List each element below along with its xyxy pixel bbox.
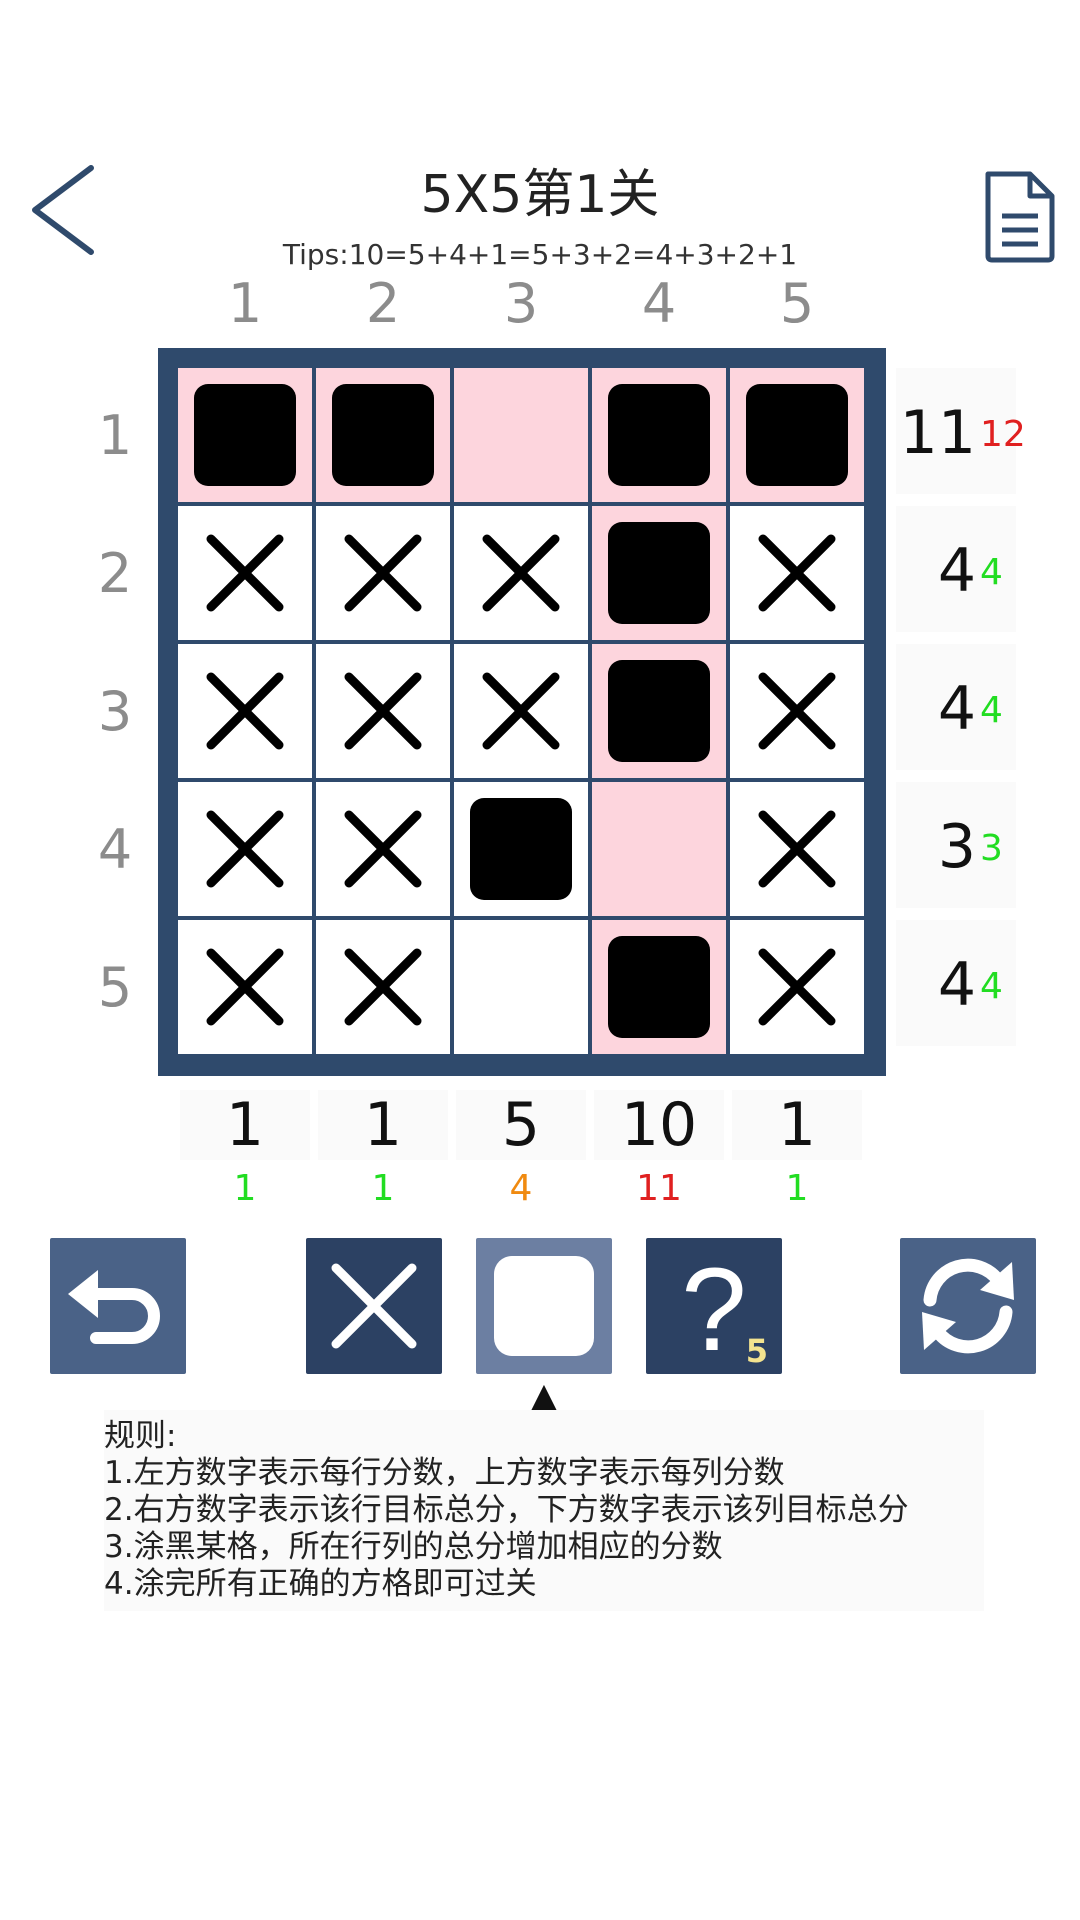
cross-mark-icon (344, 810, 422, 888)
cross-mark-icon (344, 672, 422, 750)
row-target-total-5: 4 (980, 966, 1003, 1007)
grid-cell-r3-c4[interactable] (592, 644, 726, 778)
rules-panel: 规则: 1.左方数字表示每行分数，上方数字表示每列分数 2.右方数字表示该行目标… (104, 1410, 984, 1611)
row-score-5: 5 (97, 956, 133, 1019)
grid-cell-r4-c5[interactable] (730, 782, 864, 916)
fill-tool-button[interactable] (476, 1238, 612, 1374)
grid-cell-r1-c1[interactable] (178, 368, 312, 502)
column-current-total-5: 1 (777, 1090, 817, 1160)
grid-cell-r3-c2[interactable] (316, 644, 450, 778)
rules-heading: 规则: (104, 1418, 177, 1454)
filled-square (608, 660, 710, 762)
rule-item: 4.涂完所有正确的方格即可过关 (104, 1566, 537, 1602)
grid-cell-r1-c5[interactable] (730, 368, 864, 502)
row-target-total-2: 4 (980, 552, 1003, 593)
filled-square (470, 798, 572, 900)
column-score-4: 4 (641, 272, 677, 335)
column-score-3: 3 (503, 272, 539, 335)
cross-mark-icon (206, 948, 284, 1026)
row-current-total-2: 4 (937, 536, 976, 606)
grid-cell-r5-c2[interactable] (316, 920, 450, 1054)
grid-cell-r5-c5[interactable] (730, 920, 864, 1054)
grid-cell-r3-c3[interactable] (454, 644, 588, 778)
grid-cell-r2-c2[interactable] (316, 506, 450, 640)
column-target-total-2: 1 (371, 1168, 395, 1209)
grid-cell-r1-c3[interactable] (454, 368, 588, 502)
cross-icon (331, 1263, 417, 1349)
tips-text: Tips:10=5+4+1=5+3+2=4+3+2+1 (282, 238, 798, 271)
row-score-1: 1 (97, 404, 133, 467)
row-score-2: 2 (97, 542, 133, 605)
row-score-4: 4 (97, 818, 133, 881)
grid-cell-r1-c4[interactable] (592, 368, 726, 502)
column-current-total-2: 1 (363, 1090, 403, 1160)
column-current-total-4: 10 (620, 1090, 698, 1160)
row-target-total-4: 3 (980, 828, 1003, 869)
cross-mark-icon (758, 534, 836, 612)
grid-cell-r4-c4[interactable] (592, 782, 726, 916)
column-score-1: 1 (227, 272, 263, 335)
column-current-total-1: 1 (225, 1090, 265, 1160)
column-target-total-1: 1 (233, 1168, 257, 1209)
column-current-total-3: 5 (501, 1090, 541, 1160)
filled-square (608, 936, 710, 1038)
column-target-total-5: 1 (785, 1168, 809, 1209)
grid-cell-r2-c5[interactable] (730, 506, 864, 640)
cross-mark-icon (206, 810, 284, 888)
rule-item: 2.右方数字表示该行目标总分，下方数字表示该列目标总分 (104, 1492, 909, 1528)
column-score-2: 2 (365, 272, 401, 335)
undo-icon (68, 1270, 160, 1344)
cross-mark-icon (482, 534, 560, 612)
cross-mark-icon (758, 672, 836, 750)
cross-tool-button[interactable] (306, 1238, 442, 1374)
hint-count-badge: 5 (745, 1332, 768, 1370)
filled-square (194, 384, 296, 486)
reset-button[interactable] (900, 1238, 1036, 1374)
row-current-total-4: 3 (937, 812, 976, 882)
grid-cell-r5-c3[interactable] (454, 920, 588, 1054)
column-target-total-4: 11 (636, 1168, 682, 1209)
grid-cell-r4-c2[interactable] (316, 782, 450, 916)
cross-mark-icon (206, 534, 284, 612)
cross-mark-icon (344, 948, 422, 1026)
puzzle-board (158, 348, 886, 1076)
grid-cell-r2-c1[interactable] (178, 506, 312, 640)
page-title: 5X5第1关 (420, 165, 660, 225)
cross-mark-icon (206, 672, 284, 750)
filled-square (746, 384, 848, 486)
cross-mark-icon (758, 948, 836, 1026)
row-current-total-3: 4 (937, 674, 976, 744)
filled-square (332, 384, 434, 486)
cross-mark-icon (344, 534, 422, 612)
row-current-total-5: 4 (937, 950, 976, 1020)
row-target-total-1: 12 (980, 414, 1026, 455)
square-icon (494, 1256, 594, 1356)
grid-cell-r3-c5[interactable] (730, 644, 864, 778)
filled-square (608, 384, 710, 486)
cross-mark-icon (758, 810, 836, 888)
refresh-icon (922, 1258, 1014, 1354)
grid-cell-r3-c1[interactable] (178, 644, 312, 778)
grid-cell-r5-c4[interactable] (592, 920, 726, 1054)
rule-item: 1.左方数字表示每行分数，上方数字表示每列分数 (104, 1455, 785, 1491)
row-score-3: 3 (97, 680, 133, 743)
column-target-total-3: 4 (509, 1168, 533, 1209)
undo-button[interactable] (50, 1238, 186, 1374)
grid-cell-r1-c2[interactable] (316, 368, 450, 502)
filled-square (608, 522, 710, 624)
rule-item: 3.涂黑某格，所在行列的总分增加相应的分数 (104, 1529, 723, 1565)
hint-button[interactable]: ? 5 (646, 1238, 782, 1374)
column-score-5: 5 (779, 272, 815, 335)
grid-cell-r4-c1[interactable] (178, 782, 312, 916)
grid-cell-r2-c4[interactable] (592, 506, 726, 640)
row-current-total-1: 11 (899, 398, 976, 468)
selected-tool-indicator: ▲ (530, 1376, 558, 1417)
grid-cell-r2-c3[interactable] (454, 506, 588, 640)
svg-text:?: ? (681, 1244, 747, 1374)
cross-mark-icon (482, 672, 560, 750)
grid-cell-r4-c3[interactable] (454, 782, 588, 916)
row-target-total-3: 4 (980, 690, 1003, 731)
grid-cell-r5-c1[interactable] (178, 920, 312, 1054)
